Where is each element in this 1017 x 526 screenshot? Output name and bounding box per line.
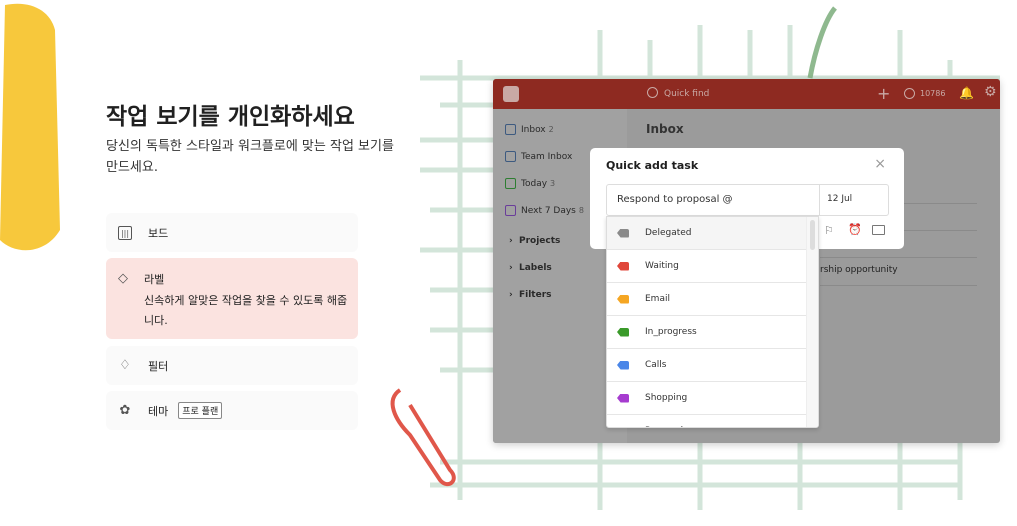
task-input[interactable]: Respond to proposal @ 12 Jul: [606, 184, 889, 216]
pro-plan-badge: 프로 플랜: [178, 402, 223, 419]
feature-themes[interactable]: ✿ 테마 프로 플랜: [106, 391, 358, 430]
feature-board[interactable]: ||| 보드: [106, 213, 358, 252]
quick-find-input[interactable]: Quick find: [664, 89, 709, 99]
feature-labels[interactable]: ◇ 라벨 신속하게 알맞은 작업을 찾을 수 있도록 해줍니다.: [106, 258, 358, 339]
sidebar-filters[interactable]: › Filters: [509, 290, 552, 300]
scrollbar[interactable]: [806, 217, 818, 427]
feature-label: 필터: [148, 359, 169, 373]
tag-icon: [617, 327, 629, 337]
alarm-icon[interactable]: ⏰: [848, 223, 862, 236]
modal-title: Quick add task: [606, 159, 699, 172]
comment-icon[interactable]: [872, 225, 885, 235]
palette-icon: ✿: [119, 403, 131, 418]
karma-icon: [904, 88, 915, 99]
sidebar-item-today[interactable]: Today 3: [505, 178, 555, 189]
calendar-today-icon: [505, 178, 516, 189]
label-option[interactable]: Calls: [607, 349, 808, 382]
sidebar-labels[interactable]: › Labels: [509, 263, 552, 273]
bell-icon[interactable]: 🔔: [959, 86, 974, 100]
due-date-field[interactable]: 12 Jul: [819, 185, 889, 215]
flag-icon[interactable]: ⚐: [824, 224, 834, 237]
karma-count[interactable]: 10786: [920, 89, 945, 98]
page-subtitle: 당신의 독특한 스타일과 워크플로에 맞는 작업 보기를 만드세요.: [106, 139, 394, 175]
inbox-icon: [505, 124, 516, 135]
drop-icon: ♢: [119, 358, 131, 373]
feature-description: 신속하게 알맞은 작업을 찾을 수 있도록 해줍니다.: [144, 294, 348, 327]
label-option[interactable]: Email: [607, 283, 808, 316]
sidebar-item-next-7-days[interactable]: Next 7 Days 8: [505, 205, 584, 216]
close-icon[interactable]: ×: [874, 156, 886, 172]
feature-label: 라벨: [144, 273, 165, 286]
label-option[interactable]: Waiting: [607, 250, 808, 283]
sidebar-projects[interactable]: › Projects: [509, 236, 560, 246]
feature-filters[interactable]: ♢ 필터: [106, 346, 358, 385]
task-item[interactable]: rship opportunity: [820, 265, 898, 275]
search-icon[interactable]: [647, 87, 658, 98]
label-option[interactable]: In_progress: [607, 316, 808, 349]
add-icon[interactable]: +: [877, 84, 890, 103]
tag-icon: [617, 393, 629, 403]
main-title: Inbox: [646, 122, 684, 136]
board-icon: |||: [118, 226, 132, 240]
label-option[interactable]: Shopping: [607, 382, 808, 415]
tag-icon: ◇: [118, 271, 128, 286]
divider: [820, 257, 977, 258]
logo-icon: [503, 86, 519, 102]
gear-icon[interactable]: ⚙: [984, 84, 997, 100]
page-title: 작업 보기를 개인화하세요: [106, 104, 355, 130]
label-option[interactable]: Delegated: [607, 217, 808, 250]
sidebar-item-inbox[interactable]: Inbox 2: [505, 124, 554, 135]
tag-icon: [617, 294, 629, 304]
app-header: Quick find + 10786 🔔 ⚙: [493, 79, 1000, 109]
feature-label: 테마: [148, 404, 169, 418]
label-dropdown: Delegated Waiting Email In_progress Calls Sho…: [606, 216, 819, 428]
feature-label: 보드: [148, 226, 169, 240]
tag-icon: [617, 261, 629, 271]
divider: [820, 285, 977, 286]
tag-icon: [617, 360, 629, 370]
tag-icon: [617, 426, 629, 427]
tag-icon: [617, 228, 629, 238]
sidebar-item-team-inbox[interactable]: Team Inbox: [505, 151, 572, 162]
team-inbox-icon: [505, 151, 516, 162]
calendar-week-icon: [505, 205, 516, 216]
label-option[interactable]: Research: [607, 415, 808, 427]
